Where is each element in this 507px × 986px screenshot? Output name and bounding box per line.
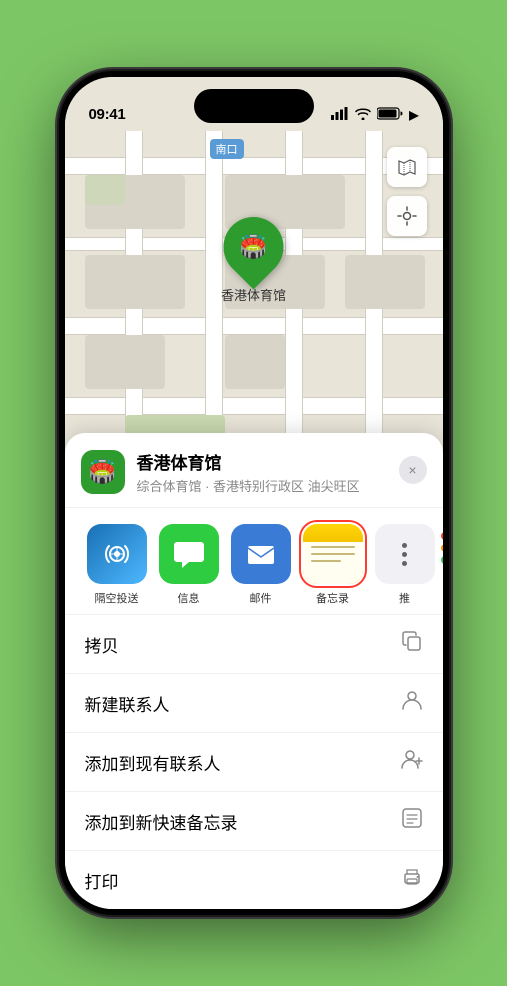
action-list: 拷贝 新建联系人	[65, 615, 443, 909]
phone-screen: 09:41	[65, 77, 443, 909]
share-more[interactable]: 推	[369, 524, 441, 606]
share-notes[interactable]: 备忘录	[297, 524, 369, 606]
share-messages[interactable]: 信息	[153, 524, 225, 606]
quick-note-label: 添加到新快速备忘录	[85, 809, 238, 834]
sheet-subtitle: 综合体育馆 · 香港特别行政区 油尖旺区	[137, 476, 360, 495]
note-icon	[401, 807, 423, 835]
quick-note-action[interactable]: 添加到新快速备忘录	[65, 792, 443, 851]
map-entrance-label: 南口	[210, 139, 244, 159]
copy-label: 拷贝	[85, 632, 119, 657]
person-icon	[401, 689, 423, 717]
copy-action[interactable]: 拷贝	[65, 615, 443, 674]
phone-frame: 09:41	[59, 71, 449, 915]
more-dots-icon	[402, 543, 407, 566]
close-button[interactable]: ×	[399, 456, 427, 484]
new-contact-action[interactable]: 新建联系人	[65, 674, 443, 733]
status-icons: ▶	[331, 107, 418, 123]
status-time: 09:41	[89, 106, 126, 123]
location-arrow-icon: ▶	[409, 108, 418, 122]
notes-label: 备忘录	[316, 590, 349, 606]
messages-label: 信息	[178, 590, 200, 606]
venue-icon: 🏟️	[81, 450, 125, 494]
person-add-icon	[401, 748, 423, 776]
sheet-info: 香港体育馆 综合体育馆 · 香港特别行政区 油尖旺区	[137, 449, 360, 495]
battery-icon	[377, 107, 403, 123]
add-contact-label: 添加到现有联系人	[85, 750, 221, 775]
more-label: 推	[399, 590, 410, 606]
mail-icon	[231, 524, 291, 584]
copy-icon	[401, 630, 423, 658]
print-label: 打印	[85, 868, 119, 893]
mail-label: 邮件	[250, 590, 272, 606]
more-icon	[375, 524, 435, 584]
sheet-header: 🏟️ 香港体育馆 综合体育馆 · 香港特别行政区 油尖旺区 ×	[65, 433, 443, 508]
bottom-sheet: 🏟️ 香港体育馆 综合体育馆 · 香港特别行政区 油尖旺区 ×	[65, 433, 443, 909]
location-pin: 🏟️ 香港体育馆	[221, 217, 286, 304]
message-icon	[159, 524, 219, 584]
notes-app-icon	[303, 524, 363, 584]
share-airdrop[interactable]: 隔空投送	[81, 524, 153, 606]
dynamic-island	[194, 89, 314, 123]
print-action[interactable]: 打印	[65, 851, 443, 909]
airdrop-icon	[87, 524, 147, 584]
printer-icon	[401, 866, 423, 894]
map-type-button[interactable]	[387, 147, 427, 187]
location-button[interactable]	[387, 196, 427, 236]
wifi-icon	[355, 107, 371, 123]
sheet-title: 香港体育馆	[137, 449, 360, 474]
share-mail[interactable]: 邮件	[225, 524, 297, 606]
share-row: 隔空投送 信息	[65, 508, 443, 615]
add-contact-action[interactable]: 添加到现有联系人	[65, 733, 443, 792]
map-controls	[387, 147, 427, 244]
signal-icon	[331, 107, 349, 123]
new-contact-label: 新建联系人	[85, 691, 170, 716]
airdrop-label: 隔空投送	[95, 590, 139, 606]
